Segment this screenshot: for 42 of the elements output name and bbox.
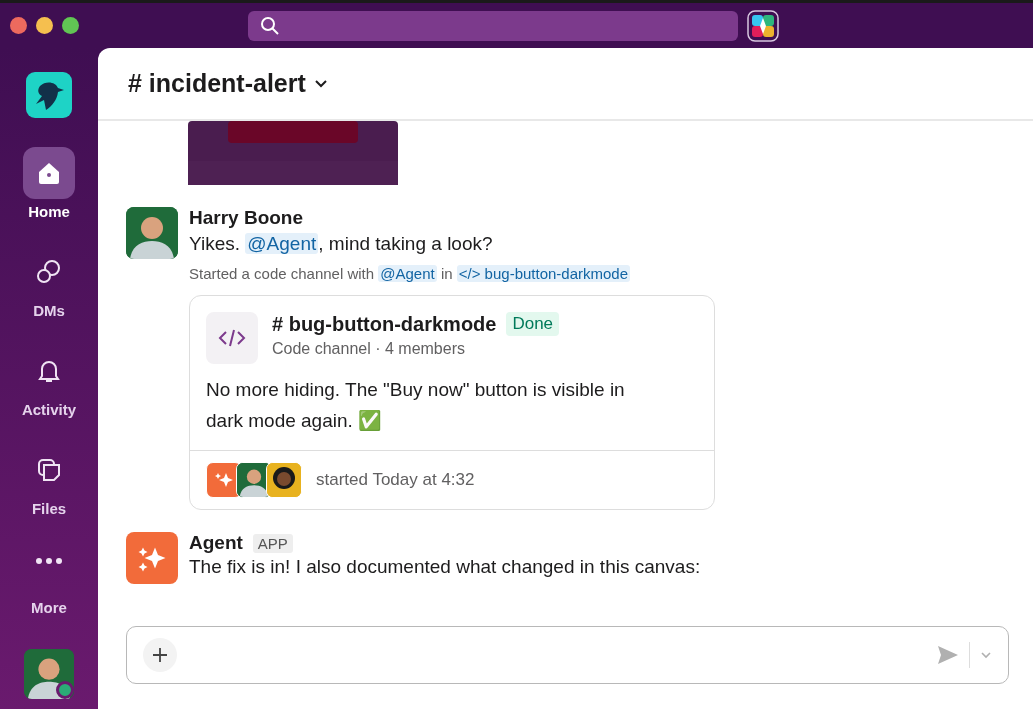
add-button[interactable] [143,638,177,672]
status-badge: Done [506,312,560,336]
nav-label: Activity [21,401,77,418]
minimize-window-dot[interactable] [36,17,53,34]
code-icon [218,328,246,348]
mention-link[interactable]: @Agent [378,265,437,282]
agent-avatar[interactable] [126,532,178,584]
mention-link[interactable]: @Agent [245,233,319,254]
search-field[interactable] [248,10,738,41]
card-subtitle: Code channel · 4 members [272,340,466,358]
app-logo-icon[interactable] [747,9,779,42]
chevron-down-icon[interactable] [313,78,328,89]
card-footer-text: started Today at 4:32 [316,470,475,490]
close-window-dot[interactable] [10,17,27,34]
channel-title[interactable]: # incident-alert [128,69,306,98]
more-dots-icon [35,557,63,565]
maximize-window-dot[interactable] [62,17,79,34]
nav-tab[interactable] [23,147,75,199]
card-title[interactable]: # bug-button-darkmode [272,312,497,336]
mention-link[interactable]: </> bug-button-darkmode [456,265,631,282]
nav-label: More [31,599,67,616]
author-name[interactable]: Harry Boone [189,207,715,229]
app-badge: APP [252,533,293,553]
home-icon [36,160,62,186]
nav-label: DMs [33,302,65,319]
author-name[interactable]: Agent [189,532,243,554]
user-avatar[interactable] [126,207,178,259]
member-avatar [266,462,302,498]
search-icon [260,15,280,36]
message-text: The fix is in! I also documented what changed in this canvas: [189,556,701,578]
message-text: Yikes. @Agent, mind taking a look? [189,233,494,255]
card-body: No more hiding. The "Buy now" button is visible in dark mode again. ✅ [205,378,626,433]
nav-label: Files [31,500,67,517]
message-input[interactable] [126,626,1009,684]
bird-logo-icon[interactable] [26,72,72,118]
chat-bubbles-icon [35,258,63,286]
user-avatar[interactable] [24,649,74,699]
nav-label: Home [28,203,70,220]
channel-card[interactable]: # bug-button-darkmode Done Code channel · 4 members No more hiding. The "Buy now" button is visible in dark mode again. ✅ started Today at 4:32 [189,295,715,510]
message-meta: Started a code channel with @Agent in </> bug-button-darkmode [189,265,632,282]
plus-icon [151,646,169,664]
files-icon [35,456,63,484]
